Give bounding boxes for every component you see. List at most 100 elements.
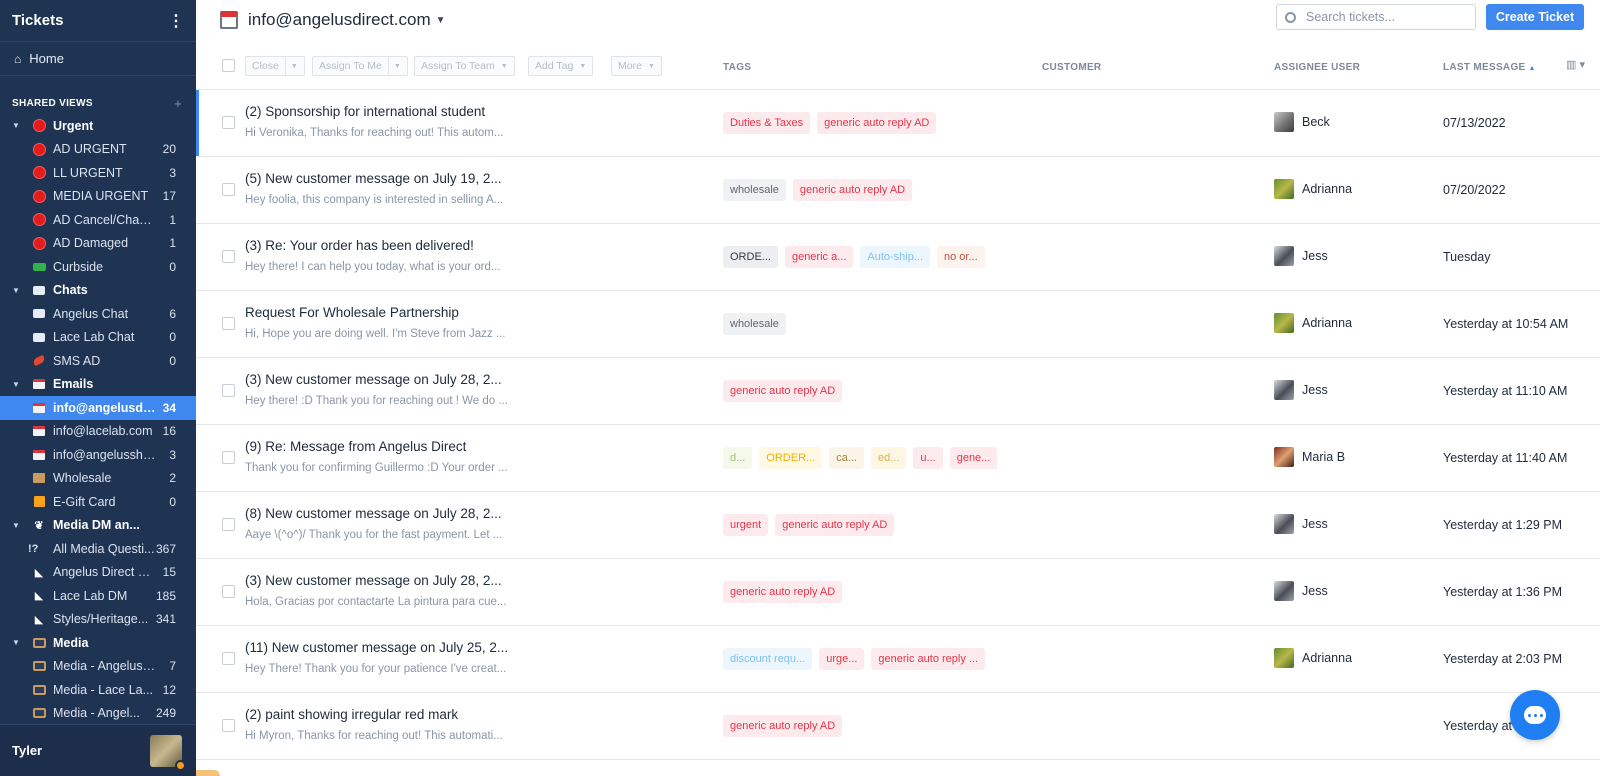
search-input[interactable] (1306, 10, 1466, 24)
ticket-row[interactable]: (9) Re: Message from Angelus Direct Thank… (196, 425, 1600, 492)
ticket-subject[interactable]: (5) New customer message on July 19, 2..… (245, 171, 502, 186)
chevron-down-icon[interactable]: ▼ (284, 57, 303, 75)
ticket-subject[interactable]: (9) Re: Message from Angelus Direct (245, 439, 466, 454)
inbox-title[interactable]: info@angelusdirect.com (248, 10, 431, 30)
row-checkbox[interactable] (222, 116, 235, 129)
sidebar-item[interactable]: Media - Angelus ... 7 (0, 655, 196, 679)
column-settings-icon[interactable]: ▥ ▾ (1566, 58, 1585, 71)
more-button[interactable]: More ▼ (611, 56, 662, 76)
column-header-assignee[interactable]: ASSIGNEE USER (1274, 62, 1360, 73)
ticket-assignee[interactable]: Adrianna (1274, 648, 1352, 668)
sidebar-item[interactable]: AD URGENT 20 (0, 138, 196, 162)
ticket-assignee[interactable]: Jess (1274, 246, 1328, 266)
sidebar-group-chats[interactable]: ▼ Chats (0, 279, 196, 303)
sidebar-item[interactable]: ◣ Styles/Heritage... 341 (0, 608, 196, 632)
ticket-assignee[interactable]: Adrianna (1274, 179, 1352, 199)
row-checkbox[interactable] (222, 585, 235, 598)
sidebar-item[interactable]: E-Gift Card 0 (0, 490, 196, 514)
tag-chip[interactable]: generic auto reply AD (817, 112, 937, 134)
sidebar-item[interactable]: info@lacelab.com 16 (0, 420, 196, 444)
sidebar-item[interactable]: info@angelussho... 3 (0, 443, 196, 467)
ticket-row[interactable]: (2) paint showing irregular red mark Hi M… (196, 693, 1600, 760)
ticket-subject[interactable]: Request For Wholesale Partnership (245, 305, 459, 320)
add-view-icon[interactable]: + (174, 96, 182, 111)
ticket-subject[interactable]: (8) New customer message on July 28, 2..… (245, 506, 502, 521)
row-checkbox[interactable] (222, 183, 235, 196)
sidebar-item[interactable]: info@angelusdi... 34 (0, 396, 196, 420)
chevron-down-icon[interactable]: ▼ (387, 57, 406, 75)
sidebar-item[interactable]: Angelus Chat 6 (0, 302, 196, 326)
ticket-subject[interactable]: (2) paint showing irregular red mark (245, 707, 458, 722)
tag-chip[interactable]: gene... (949, 447, 998, 469)
tag-chip[interactable]: u... (913, 447, 943, 469)
tag-chip[interactable]: Auto-ship... (860, 246, 931, 268)
create-ticket-button[interactable]: Create Ticket (1486, 4, 1584, 30)
sidebar-group-media-dm-an-[interactable]: ▼ ❦ Media DM an... (0, 514, 196, 538)
ticket-row[interactable]: (8) New customer message on July 28, 2..… (196, 492, 1600, 559)
tag-chip[interactable]: no or... (937, 246, 985, 268)
caret-down-icon[interactable]: ▼ (12, 638, 22, 647)
ticket-assignee[interactable]: Beck (1274, 112, 1330, 132)
sidebar-item[interactable]: Media - Angel... 249 (0, 702, 196, 726)
ticket-subject[interactable]: (11) New customer message on July 25, 2.… (245, 640, 508, 655)
tag-chip[interactable]: ed... (871, 447, 907, 469)
ticket-row[interactable]: (5) New customer message on July 19, 2..… (196, 157, 1600, 224)
row-checkbox[interactable] (222, 451, 235, 464)
caret-down-icon[interactable]: ▼ (12, 121, 22, 130)
chevron-down-icon[interactable]: ▼ (436, 15, 446, 26)
row-checkbox[interactable] (222, 652, 235, 665)
ticket-subject[interactable]: (2) Sponsorship for international studen… (245, 104, 485, 119)
ticket-subject[interactable]: (3) New customer message on July 28, 2..… (245, 573, 502, 588)
sidebar-item[interactable]: LL URGENT 3 (0, 161, 196, 185)
add-tag-button[interactable]: Add Tag ▼ (528, 56, 594, 76)
tag-chip[interactable]: generic a... (784, 246, 854, 268)
assign-to-team-button[interactable]: Assign To Team ▼ (414, 56, 515, 76)
tag-chip[interactable]: generic auto reply AD (792, 179, 913, 201)
column-header-last-message[interactable]: LAST MESSAGE ▲ (1443, 62, 1536, 73)
tag-chip[interactable]: urge... (819, 648, 865, 670)
user-avatar[interactable] (150, 734, 186, 771)
sidebar-item[interactable]: AD Damaged 1 (0, 232, 196, 256)
sidebar-group-media[interactable]: ▼ Media (0, 631, 196, 655)
sidebar-item[interactable]: Media - Lace La... 12 (0, 678, 196, 702)
close-button[interactable]: Close ▼ (245, 56, 305, 76)
caret-down-icon[interactable]: ▼ (12, 380, 22, 389)
caret-down-icon[interactable]: ▼ (12, 286, 22, 295)
sidebar-item[interactable]: ◣ Angelus Direct DM 15 (0, 561, 196, 585)
kebab-menu-icon[interactable]: ⋮ (168, 11, 184, 31)
ticket-row[interactable]: (2) Sponsorship for international studen… (196, 90, 1600, 157)
sidebar-item[interactable]: MEDIA URGENT 17 (0, 185, 196, 209)
assign-to-me-button[interactable]: Assign To Me ▼ (312, 56, 408, 76)
caret-down-icon[interactable]: ▼ (12, 521, 22, 530)
tag-chip[interactable]: wholesale (723, 313, 786, 335)
tag-chip[interactable]: ORDE... (723, 246, 778, 268)
tag-chip[interactable]: ca... (829, 447, 864, 469)
tag-chip[interactable]: ORDER... (759, 447, 823, 469)
sidebar-item[interactable]: SMS AD 0 (0, 349, 196, 373)
ticket-assignee[interactable]: Adrianna (1274, 313, 1352, 333)
row-checkbox[interactable] (222, 719, 235, 732)
tag-chip[interactable]: wholesale (723, 179, 786, 201)
row-checkbox[interactable] (222, 384, 235, 397)
ticket-subject[interactable]: (3) Re: Your order has been delivered! (245, 238, 474, 253)
tag-chip[interactable]: Duties & Taxes (723, 112, 811, 134)
sidebar-item[interactable]: Wholesale 2 (0, 467, 196, 491)
sidebar-item-home[interactable]: ⌂ Home (0, 42, 196, 76)
sidebar-item[interactable]: ◣ Lace Lab DM 185 (0, 584, 196, 608)
column-header-customer[interactable]: CUSTOMER (1042, 62, 1101, 73)
ticket-row[interactable]: Request For Wholesale Partnership Hi, Hop… (196, 291, 1600, 358)
ticket-assignee[interactable]: Jess (1274, 514, 1328, 534)
sidebar-item[interactable]: Curbside 0 (0, 255, 196, 279)
select-all-checkbox[interactable] (222, 59, 235, 72)
tag-chip[interactable]: generic auto reply AD (723, 715, 843, 737)
chat-widget-button[interactable] (1510, 690, 1560, 740)
tag-chip[interactable]: generic auto reply AD (723, 380, 843, 402)
sidebar-item[interactable]: !? All Media Questi... 367 (0, 537, 196, 561)
ticket-assignee[interactable]: Maria B (1274, 447, 1345, 467)
ticket-assignee[interactable]: Jess (1274, 380, 1328, 400)
tag-chip[interactable]: generic auto reply ... (871, 648, 986, 670)
sidebar-item[interactable]: Lace Lab Chat 0 (0, 326, 196, 350)
sidebar-item[interactable]: AD Cancel/Change 1 (0, 208, 196, 232)
tag-chip[interactable]: generic auto reply AD (723, 581, 843, 603)
tag-chip[interactable]: discount requ... (723, 648, 813, 670)
